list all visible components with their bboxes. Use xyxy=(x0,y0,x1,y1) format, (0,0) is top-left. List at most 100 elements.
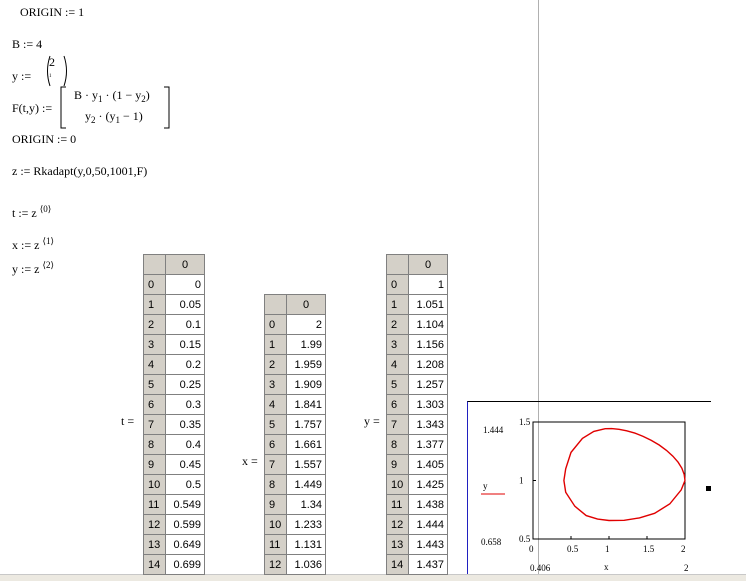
table-row[interactable]: 6 1.303 xyxy=(386,394,448,415)
cell-value[interactable]: 1.438 xyxy=(408,494,448,515)
y-result-table[interactable]: 0 0 1 1 1.051 2 1.104 3 1.156 4 1.208 5 1.257 6 1.303 7… xyxy=(386,254,448,575)
table-row[interactable]: 3 1.156 xyxy=(386,334,448,355)
cell-value[interactable]: 1.051 xyxy=(408,294,448,315)
cell-value[interactable]: 0 xyxy=(165,274,205,295)
cell-value[interactable]: 1.909 xyxy=(286,374,326,395)
cell-value[interactable]: 1.208 xyxy=(408,354,448,375)
table-row[interactable]: 9 1.34 xyxy=(264,494,326,515)
table-row[interactable]: 14 0.699 xyxy=(143,554,205,575)
y-def[interactable]: y := z ⟨2⟩ xyxy=(12,260,54,277)
cell-value[interactable]: 0.35 xyxy=(165,414,205,435)
cell-value[interactable]: 0.05 xyxy=(165,294,205,315)
y-vector-bottom[interactable]: 1 xyxy=(49,74,52,79)
table-row[interactable]: 11 0.549 xyxy=(143,494,205,515)
cell-value[interactable]: 1.449 xyxy=(286,474,326,495)
cell-value[interactable]: 1 xyxy=(408,274,448,295)
f-row-1[interactable]: B · y1 · (1 − y2) xyxy=(74,88,150,104)
t-col-header[interactable]: 0 xyxy=(165,254,205,275)
cell-value[interactable]: 0.5 xyxy=(165,474,205,495)
table-row[interactable]: 9 1.405 xyxy=(386,454,448,475)
cell-value[interactable]: 1.661 xyxy=(286,434,326,455)
table-row[interactable]: 5 1.257 xyxy=(386,374,448,395)
cell-value[interactable]: 0.15 xyxy=(165,334,205,355)
table-row[interactable]: 5 0.25 xyxy=(143,374,205,395)
f-row-2[interactable]: y2 · (y1 − 1) xyxy=(85,109,143,125)
cell-value[interactable]: 1.156 xyxy=(408,334,448,355)
cell-value[interactable]: 1.405 xyxy=(408,454,448,475)
origin-0-def[interactable]: ORIGIN := 0 xyxy=(12,132,76,147)
cell-value[interactable]: 1.99 xyxy=(286,334,326,355)
table-row[interactable]: 8 1.449 xyxy=(264,474,326,495)
cell-value[interactable]: 0.649 xyxy=(165,534,205,555)
table-row[interactable]: 2 1.104 xyxy=(386,314,448,335)
table-row[interactable]: 12 1.444 xyxy=(386,514,448,535)
table-row[interactable]: 6 1.661 xyxy=(264,434,326,455)
table-row[interactable]: 13 0.649 xyxy=(143,534,205,555)
cell-value[interactable]: 1.437 xyxy=(408,554,448,575)
table-row[interactable]: 2 0.1 xyxy=(143,314,205,335)
y-vector-top[interactable]: 2 xyxy=(49,55,55,70)
table-row[interactable]: 5 1.757 xyxy=(264,414,326,435)
cell-value[interactable]: 1.34 xyxy=(286,494,326,515)
table-row[interactable]: 1 1.99 xyxy=(264,334,326,355)
table-row[interactable]: 02 xyxy=(264,314,326,335)
table-row[interactable]: 01 xyxy=(386,274,448,295)
cell-value[interactable]: 1.377 xyxy=(408,434,448,455)
x-result-table[interactable]: 0 0 2 1 1.99 2 1.959 3 1.909 4 1.841 5 1.757 6 1.661 7 1… xyxy=(264,294,326,575)
cell-value[interactable]: 1.343 xyxy=(408,414,448,435)
table-row[interactable]: 4 0.2 xyxy=(143,354,205,375)
cell-value[interactable]: 1.233 xyxy=(286,514,326,535)
cell-value[interactable]: 1.443 xyxy=(408,534,448,555)
cell-value[interactable]: 1.036 xyxy=(286,554,326,575)
table-row[interactable]: 7 0.35 xyxy=(143,414,205,435)
y-col-header[interactable]: 0 xyxy=(408,254,448,275)
table-row[interactable]: 8 1.377 xyxy=(386,434,448,455)
table-row[interactable]: 6 0.3 xyxy=(143,394,205,415)
table-row[interactable]: 10 1.425 xyxy=(386,474,448,495)
table-row[interactable]: 4 1.841 xyxy=(264,394,326,415)
cell-value[interactable]: 0.45 xyxy=(165,454,205,475)
x-def[interactable]: x := z ⟨1⟩ xyxy=(12,236,54,253)
table-row[interactable]: 1 1.051 xyxy=(386,294,448,315)
cell-value[interactable]: 1.557 xyxy=(286,454,326,475)
table-row[interactable]: 8 0.4 xyxy=(143,434,205,455)
cell-value[interactable]: 0.2 xyxy=(165,354,205,375)
table-row[interactable]: 13 1.443 xyxy=(386,534,448,555)
cell-value[interactable]: 2 xyxy=(286,314,326,335)
table-row[interactable]: 12 1.036 xyxy=(264,554,326,575)
table-row[interactable]: 3 1.909 xyxy=(264,374,326,395)
table-row[interactable]: 10 1.233 xyxy=(264,514,326,535)
table-row[interactable]: 00 xyxy=(143,274,205,295)
f-def-lhs[interactable]: F(t,y) := xyxy=(12,101,52,116)
cell-value[interactable]: 1.131 xyxy=(286,534,326,555)
cell-value[interactable]: 0.3 xyxy=(165,394,205,415)
cell-value[interactable]: 1.757 xyxy=(286,414,326,435)
cell-value[interactable]: 1.444 xyxy=(408,514,448,535)
cell-value[interactable]: 1.841 xyxy=(286,394,326,415)
table-row[interactable]: 7 1.557 xyxy=(264,454,326,475)
z-def[interactable]: z := Rkadapt(y,0,50,1001,F) xyxy=(12,164,147,179)
cell-value[interactable]: 1.303 xyxy=(408,394,448,415)
table-row[interactable]: 1 0.05 xyxy=(143,294,205,315)
table-row[interactable]: 11 1.438 xyxy=(386,494,448,515)
cell-value[interactable]: 0.549 xyxy=(165,494,205,515)
t-def[interactable]: t := z ⟨0⟩ xyxy=(12,204,51,221)
table-row[interactable]: 10 0.5 xyxy=(143,474,205,495)
xy-plot[interactable]: 1.444 0.658 0.406 2 y x 0 0.5 1 1.5 21.510.5 xyxy=(467,401,710,573)
cell-value[interactable]: 0.25 xyxy=(165,374,205,395)
cell-value[interactable]: 1.257 xyxy=(408,374,448,395)
y-vector-lhs[interactable]: y := xyxy=(12,69,31,84)
table-row[interactable]: 3 0.15 xyxy=(143,334,205,355)
cell-value[interactable]: 1.425 xyxy=(408,474,448,495)
cell-value[interactable]: 1.104 xyxy=(408,314,448,335)
table-row[interactable]: 11 1.131 xyxy=(264,534,326,555)
t-result-table[interactable]: 0 0 0 1 0.05 2 0.1 3 0.15 4 0.2 5 0.25 6 0.3 7 0.35 8 0.4 9… xyxy=(143,254,205,575)
x-col-header[interactable]: 0 xyxy=(286,294,326,315)
b-def[interactable]: B := 4 xyxy=(12,37,42,52)
table-row[interactable]: 2 1.959 xyxy=(264,354,326,375)
origin-1-def[interactable]: ORIGIN := 1 xyxy=(20,5,84,20)
table-row[interactable]: 9 0.45 xyxy=(143,454,205,475)
cell-value[interactable]: 0.1 xyxy=(165,314,205,335)
cell-value[interactable]: 0.699 xyxy=(165,554,205,575)
cell-value[interactable]: 0.599 xyxy=(165,514,205,535)
